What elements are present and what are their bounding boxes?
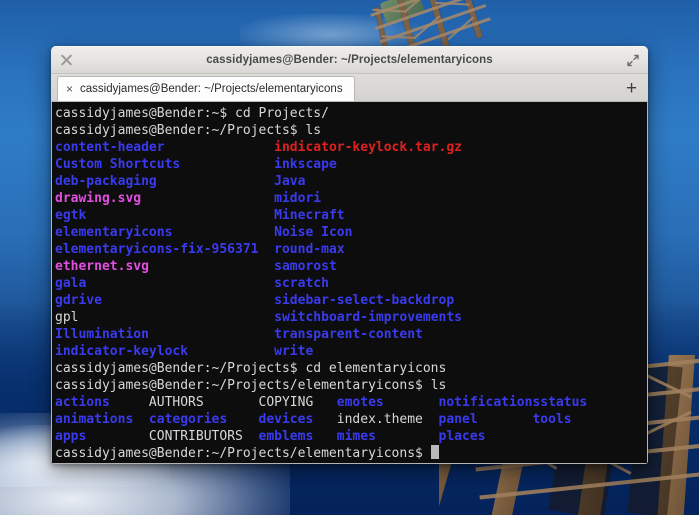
directory-entry: animations xyxy=(55,412,149,427)
shell-command: cd Projects/ xyxy=(235,106,329,121)
terminal-line: drawing.svg midori xyxy=(55,190,647,207)
directory-entry: deb-packaging xyxy=(55,174,275,189)
directory-entry: devices xyxy=(258,412,337,427)
terminal-screen: cassidyjames@Bender:~$ cd Projects/cassi… xyxy=(55,105,647,462)
directory-entry: CONTRIBUTORS xyxy=(148,429,259,444)
terminal-line: egtk Minecraft xyxy=(55,207,647,224)
directory-entry: round-max xyxy=(274,242,345,257)
close-icon[interactable] xyxy=(59,53,74,68)
directory-entry: mimes xyxy=(336,429,439,444)
shell-prompt: cassidyjames@Bender:~/Projects/elementar… xyxy=(55,378,431,393)
directory-entry: ethernet.svg xyxy=(55,259,275,274)
desktop-wallpaper: cassidyjames@Bender: ~/Projects/elementa… xyxy=(0,0,699,515)
terminal-line: gdrive sidebar-select-backdrop xyxy=(55,292,647,309)
directory-entry: sidebar-select-backdrop xyxy=(274,293,455,308)
shell-prompt: cassidyjames@Bender:~/Projects$ xyxy=(55,361,306,376)
shell-prompt: cassidyjames@Bender:~/Projects/elementar… xyxy=(55,446,431,461)
tab-terminal-session[interactable]: × cassidyjames@Bender: ~/Projects/elemen… xyxy=(57,76,355,101)
terminal-line: gpl switchboard-improvements xyxy=(55,309,647,326)
window-title: cassidyjames@Bender: ~/Projects/elementa… xyxy=(206,54,493,66)
shell-prompt: cassidyjames@Bender:~$ xyxy=(55,106,236,121)
directory-entry: tools xyxy=(532,412,572,427)
shell-command: ls xyxy=(305,123,322,138)
terminal-line: apps CONTRIBUTORS emblems mimes places xyxy=(55,428,647,445)
directory-entry: write xyxy=(274,344,314,359)
directory-entry: panel xyxy=(438,412,533,427)
tab-bar: × cassidyjames@Bender: ~/Projects/elemen… xyxy=(51,74,648,102)
directory-entry: gdrive xyxy=(55,293,275,308)
shell-command: ls xyxy=(430,378,447,393)
new-tab-button[interactable]: + xyxy=(622,79,641,98)
window-titlebar: cassidyjames@Bender: ~/Projects/elementa… xyxy=(51,46,648,74)
directory-entry: indicator-keylock xyxy=(55,344,275,359)
directory-entry: indicator-keylock.tar.gz xyxy=(274,140,462,155)
terminal-line: Custom Shortcuts inkscape xyxy=(55,156,647,173)
directory-entry: emotes xyxy=(336,395,439,410)
directory-entry: transparent-content xyxy=(274,327,423,342)
shell-prompt: cassidyjames@Bender:~/Projects$ xyxy=(55,123,306,138)
directory-entry: categories xyxy=(148,412,259,427)
terminal-body[interactable]: cassidyjames@Bender:~$ cd Projects/cassi… xyxy=(51,102,648,464)
terminal-line: animations categories devices index.them… xyxy=(55,411,647,428)
tab-close-icon[interactable]: × xyxy=(66,83,73,95)
terminal-line: deb-packaging Java xyxy=(55,173,647,190)
terminal-line: cassidyjames@Bender:~/Projects/elementar… xyxy=(55,445,647,462)
maximize-icon[interactable] xyxy=(625,53,640,68)
terminal-line: cassidyjames@Bender:~$ cd Projects/ xyxy=(55,105,647,122)
directory-entry: Illumination xyxy=(55,327,275,342)
directory-entry: inkscape xyxy=(274,157,337,172)
tab-label: cassidyjames@Bender: ~/Projects/elementa… xyxy=(80,83,343,95)
terminal-line: cassidyjames@Bender:~/Projects$ cd eleme… xyxy=(55,360,647,377)
terminal-window[interactable]: cassidyjames@Bender: ~/Projects/elementa… xyxy=(51,46,648,464)
terminal-line: cassidyjames@Bender:~/Projects$ ls xyxy=(55,122,647,139)
shell-command: cd elementaryicons xyxy=(305,361,447,376)
terminal-line: gala scratch xyxy=(55,275,647,292)
directory-entry: drawing.svg xyxy=(55,191,275,206)
directory-entry: AUTHORS xyxy=(148,395,259,410)
directory-entry: emblems xyxy=(258,429,337,444)
terminal-line: cassidyjames@Bender:~/Projects/elementar… xyxy=(55,377,647,394)
terminal-line: content-header indicator-keylock.tar.gz xyxy=(55,139,647,156)
terminal-line: ethernet.svg samorost xyxy=(55,258,647,275)
directory-entry: scratch xyxy=(274,276,329,291)
directory-entry: elementaryicons-fix-956371 xyxy=(55,242,275,257)
directory-entry: switchboard-improvements xyxy=(274,310,462,325)
directory-entry: notifications xyxy=(438,395,541,410)
directory-entry: places xyxy=(438,429,533,444)
directory-entry: index.theme xyxy=(336,412,439,427)
text-cursor xyxy=(430,445,439,459)
directory-entry: Minecraft xyxy=(274,208,345,223)
directory-entry: samorost xyxy=(274,259,337,274)
directory-entry: Noise Icon xyxy=(274,225,353,240)
directory-entry: gala xyxy=(55,276,275,291)
directory-entry: content-header xyxy=(55,140,275,155)
terminal-line: elementaryicons Noise Icon xyxy=(55,224,647,241)
directory-entry: egtk xyxy=(55,208,275,223)
terminal-line: elementaryicons-fix-956371 round-max xyxy=(55,241,647,258)
directory-entry: midori xyxy=(274,191,322,206)
terminal-line: Illumination transparent-content xyxy=(55,326,647,343)
directory-entry: actions xyxy=(55,395,149,410)
directory-entry: status xyxy=(540,395,588,410)
directory-entry: gpl xyxy=(55,310,275,325)
directory-entry: elementaryicons xyxy=(55,225,275,240)
terminal-line: indicator-keylock write xyxy=(55,343,647,360)
directory-entry: Custom Shortcuts xyxy=(55,157,275,172)
terminal-line: actions AUTHORS COPYING emotes notificat… xyxy=(55,394,647,411)
directory-entry: COPYING xyxy=(258,395,337,410)
directory-entry: apps xyxy=(55,429,149,444)
directory-entry: Java xyxy=(274,174,306,189)
